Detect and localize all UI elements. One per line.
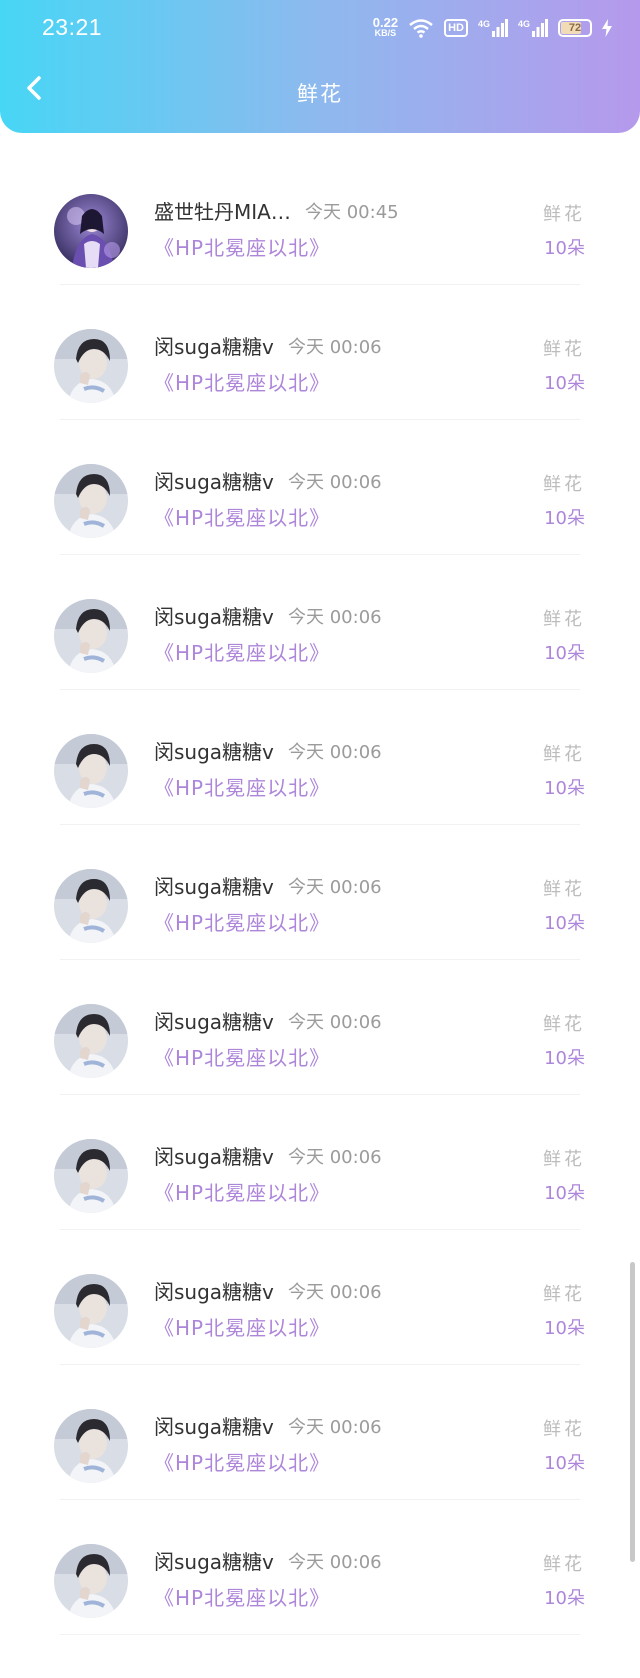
gift-count: 10朵 (544, 1318, 585, 1339)
gift-type: 鲜花 (543, 1554, 585, 1575)
list-item[interactable]: 闵suga糖糖v 今天 00:06 《HP北冕座以北》 鲜花 10朵 (0, 420, 640, 555)
user-name: 闵suga糖糖v (154, 740, 274, 764)
signal-icon: 4G (518, 19, 548, 37)
timestamp: 今天 00:06 (288, 607, 382, 628)
hd-badge: HD (444, 19, 468, 37)
user-name: 闵suga糖糖v (154, 335, 274, 359)
book-title[interactable]: 《HP北冕座以北》 (154, 907, 330, 936)
timestamp: 今天 00:06 (288, 1282, 382, 1303)
user-name: 盛世牡丹MIA… (154, 200, 291, 224)
timestamp: 今天 00:45 (305, 202, 399, 223)
book-title[interactable]: 《HP北冕座以北》 (154, 772, 330, 801)
book-title[interactable]: 《HP北冕座以北》 (154, 232, 330, 261)
timestamp: 今天 00:06 (288, 1012, 382, 1033)
avatar-image-1[interactable] (54, 194, 128, 268)
page-title: 鲜花 (297, 82, 343, 106)
user-name: 闵suga糖糖v (154, 875, 274, 899)
list-item[interactable]: 闵suga糖糖v 今天 00:06 《HP北冕座以北》 鲜花 10朵 (0, 285, 640, 420)
charging-icon (602, 19, 612, 37)
gift-type: 鲜花 (543, 1419, 585, 1440)
timestamp: 今天 00:06 (288, 1417, 382, 1438)
book-title[interactable]: 《HP北冕座以北》 (154, 1177, 330, 1206)
gift-type: 鲜花 (543, 1149, 585, 1170)
avatar-image-2[interactable] (54, 1139, 128, 1213)
book-title[interactable]: 《HP北冕座以北》 (154, 1582, 330, 1611)
network-speed: 0.22 KB/S (373, 16, 398, 39)
divider (60, 1634, 580, 1635)
wifi-icon (408, 18, 434, 38)
avatar-image-2[interactable] (54, 734, 128, 808)
list-item[interactable]: 闵suga糖糖v 今天 00:06 《HP北冕座以北》 鲜花 10朵 (0, 555, 640, 690)
gift-type: 鲜花 (543, 1014, 585, 1035)
book-title[interactable]: 《HP北冕座以北》 (154, 502, 330, 531)
gift-count: 10朵 (544, 1183, 585, 1204)
app-header: 23:21 0.22 KB/S HD 4G 4G 72 鲜花 (0, 0, 640, 133)
gift-count: 10朵 (544, 508, 585, 529)
gift-count: 10朵 (544, 913, 585, 934)
gift-type: 鲜花 (543, 204, 585, 225)
avatar-image-2[interactable] (54, 869, 128, 943)
timestamp: 今天 00:06 (288, 472, 382, 493)
gift-count: 10朵 (544, 643, 585, 664)
battery-level: 72 (568, 22, 582, 34)
book-title[interactable]: 《HP北冕座以北》 (154, 1312, 330, 1341)
book-title[interactable]: 《HP北冕座以北》 (154, 367, 330, 396)
gift-type: 鲜花 (543, 744, 585, 765)
gift-type: 鲜花 (543, 339, 585, 360)
timestamp: 今天 00:06 (288, 742, 382, 763)
gift-count: 10朵 (544, 373, 585, 394)
list-item[interactable]: 盛世牡丹MIA… 今天 00:45 《HP北冕座以北》 鲜花 10朵 (0, 150, 640, 285)
timestamp: 今天 00:06 (288, 1552, 382, 1573)
status-icons: 0.22 KB/S HD 4G 4G 72 (373, 14, 612, 42)
timestamp: 今天 00:06 (288, 1147, 382, 1168)
book-title[interactable]: 《HP北冕座以北》 (154, 637, 330, 666)
gift-type: 鲜花 (543, 609, 585, 630)
gift-count: 10朵 (544, 1048, 585, 1069)
avatar-image-2[interactable] (54, 1274, 128, 1348)
scrollbar[interactable] (630, 1262, 635, 1562)
book-title[interactable]: 《HP北冕座以北》 (154, 1447, 330, 1476)
list-item[interactable]: 闵suga糖糖v 今天 00:06 《HP北冕座以北》 鲜花 10朵 (0, 1095, 640, 1230)
gift-count: 10朵 (544, 1588, 585, 1609)
timestamp: 今天 00:06 (288, 337, 382, 358)
network-speed-unit: KB/S (374, 28, 397, 38)
gift-type: 鲜花 (543, 879, 585, 900)
list-item[interactable]: 闵suga糖糖v 今天 00:06 《HP北冕座以北》 鲜花 10朵 (0, 960, 640, 1095)
list-item[interactable]: 闵suga糖糖v 今天 00:06 《HP北冕座以北》 鲜花 10朵 (0, 1365, 640, 1500)
gift-count: 10朵 (544, 238, 585, 259)
user-name: 闵suga糖糖v (154, 605, 274, 629)
list-item[interactable]: 闵suga糖糖v 今天 00:06 《HP北冕座以北》 鲜花 10朵 (0, 825, 640, 960)
user-name: 闵suga糖糖v (154, 1010, 274, 1034)
avatar-image-2[interactable] (54, 1544, 128, 1618)
timestamp: 今天 00:06 (288, 877, 382, 898)
avatar-image-2[interactable] (54, 1004, 128, 1078)
gift-count: 10朵 (544, 778, 585, 799)
avatar-image-2[interactable] (54, 1409, 128, 1483)
user-name: 闵suga糖糖v (154, 1550, 274, 1574)
list-item[interactable]: 闵suga糖糖v 今天 00:06 《HP北冕座以北》 鲜花 10朵 (0, 1230, 640, 1365)
gift-type: 鲜花 (543, 1284, 585, 1305)
list-item[interactable]: 闵suga糖糖v 今天 00:06 《HP北冕座以北》 鲜花 10朵 (0, 690, 640, 825)
user-name: 闵suga糖糖v (154, 1415, 274, 1439)
flower-record-list: 盛世牡丹MIA… 今天 00:45 《HP北冕座以北》 鲜花 10朵 闵suga… (0, 150, 640, 1635)
battery-icon: 72 (558, 19, 592, 37)
avatar-image-2[interactable] (54, 599, 128, 673)
list-item[interactable]: 闵suga糖糖v 今天 00:06 《HP北冕座以北》 鲜花 10朵 (0, 1500, 640, 1635)
avatar-image-2[interactable] (54, 464, 128, 538)
gift-type: 鲜花 (543, 474, 585, 495)
book-title[interactable]: 《HP北冕座以北》 (154, 1042, 330, 1071)
user-name: 闵suga糖糖v (154, 1280, 274, 1304)
signal-icon: 4G (478, 19, 508, 37)
avatar-image-2[interactable] (54, 329, 128, 403)
status-time: 23:21 (42, 14, 103, 40)
user-name: 闵suga糖糖v (154, 1145, 274, 1169)
gift-count: 10朵 (544, 1453, 585, 1474)
user-name: 闵suga糖糖v (154, 470, 274, 494)
